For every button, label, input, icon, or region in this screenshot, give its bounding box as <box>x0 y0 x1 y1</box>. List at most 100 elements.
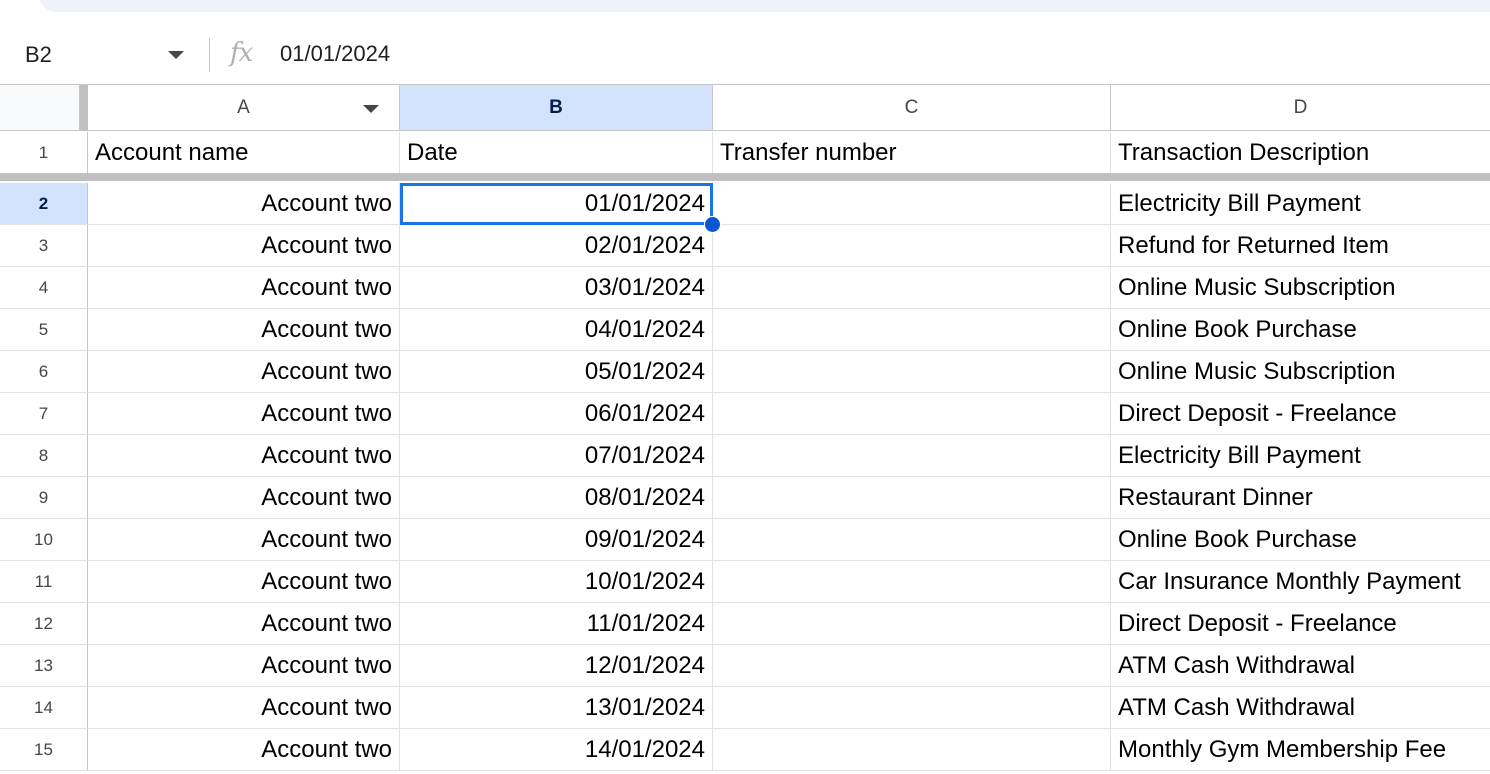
table-row: 8 Account two 07/01/2024 Electricity Bill P… <box>0 435 1490 477</box>
cell-d1[interactable]: Transaction Description <box>1111 132 1490 174</box>
cell-b1[interactable]: Date <box>400 132 713 174</box>
row-header[interactable]: 9 <box>0 477 88 519</box>
cell-a1[interactable]: Account name <box>88 132 400 174</box>
fill-handle[interactable] <box>704 216 721 233</box>
cell-d12[interactable]: Direct Deposit - Freelance <box>1111 603 1490 645</box>
cell-d10[interactable]: Online Book Purchase <box>1111 519 1490 561</box>
column-header-label: C <box>904 96 919 118</box>
table-row: 4 Account two 03/01/2024 Online Music Subsc… <box>0 267 1490 309</box>
column-header-a[interactable]: A <box>88 85 400 131</box>
cell-b8[interactable]: 07/01/2024 <box>400 435 713 477</box>
row-header[interactable]: 2 <box>0 183 88 225</box>
row-header[interactable]: 8 <box>0 435 88 477</box>
cell-a3[interactable]: Account two <box>88 225 400 267</box>
cell-d14[interactable]: ATM Cash Withdrawal <box>1111 687 1490 729</box>
column-menu-icon[interactable] <box>363 105 379 113</box>
row-header[interactable]: 10 <box>0 519 88 561</box>
cell-d5[interactable]: Online Book Purchase <box>1111 309 1490 351</box>
column-header-b[interactable]: B <box>400 85 713 131</box>
name-box[interactable]: B2 <box>0 26 200 84</box>
row-header[interactable]: 11 <box>0 561 88 603</box>
cell-b7[interactable]: 06/01/2024 <box>400 393 713 435</box>
cell-a10[interactable]: Account two <box>88 519 400 561</box>
cell-d6[interactable]: Online Music Subscription <box>1111 351 1490 393</box>
cell-c14[interactable] <box>713 687 1111 729</box>
cell-b11[interactable]: 10/01/2024 <box>400 561 713 603</box>
row-header[interactable]: 5 <box>0 309 88 351</box>
row-header[interactable]: 13 <box>0 645 88 687</box>
formula-input[interactable]: 01/01/2024 <box>280 41 390 67</box>
cell-b13[interactable]: 12/01/2024 <box>400 645 713 687</box>
cell-c11[interactable] <box>713 561 1111 603</box>
cell-b3[interactable]: 02/01/2024 <box>400 225 713 267</box>
cell-a11[interactable]: Account two <box>88 561 400 603</box>
cell-d13[interactable]: ATM Cash Withdrawal <box>1111 645 1490 687</box>
cell-b4[interactable]: 03/01/2024 <box>400 267 713 309</box>
row-freeze-handle[interactable] <box>0 173 1490 181</box>
cell-c10[interactable] <box>713 519 1111 561</box>
cell-a15[interactable]: Account two <box>88 729 400 771</box>
table-row: 1 Account name Date Transfer number Tran… <box>0 132 1490 174</box>
cell-a7[interactable]: Account two <box>88 393 400 435</box>
column-header-d[interactable]: D <box>1111 85 1490 131</box>
row-header[interactable]: 1 <box>0 132 88 174</box>
cell-d4[interactable]: Online Music Subscription <box>1111 267 1490 309</box>
row-header[interactable]: 7 <box>0 393 88 435</box>
cell-b14[interactable]: 13/01/2024 <box>400 687 713 729</box>
cell-b15[interactable]: 14/01/2024 <box>400 729 713 771</box>
cell-c13[interactable] <box>713 645 1111 687</box>
cell-b2[interactable]: 01/01/2024 <box>400 183 713 225</box>
column-header-label: A <box>237 96 250 118</box>
row-header[interactable]: 15 <box>0 729 88 771</box>
cell-c15[interactable] <box>713 729 1111 771</box>
table-row: 6 Account two 05/01/2024 Online Music Subsc… <box>0 351 1490 393</box>
cell-c1[interactable]: Transfer number <box>713 132 1111 174</box>
cell-c6[interactable] <box>713 351 1111 393</box>
cell-a13[interactable]: Account two <box>88 645 400 687</box>
row-header[interactable]: 14 <box>0 687 88 729</box>
cell-b6[interactable]: 05/01/2024 <box>400 351 713 393</box>
toolbar-background <box>40 0 1490 12</box>
sheet-grid[interactable]: A B C D 1 Account name Date Transfer num… <box>0 85 1490 774</box>
cell-d3[interactable]: Refund for Returned Item <box>1111 225 1490 267</box>
cell-c5[interactable] <box>713 309 1111 351</box>
cell-b5[interactable]: 04/01/2024 <box>400 309 713 351</box>
select-all-corner[interactable] <box>0 85 80 131</box>
cell-b10[interactable]: 09/01/2024 <box>400 519 713 561</box>
cell-a5[interactable]: Account two <box>88 309 400 351</box>
cell-d8[interactable]: Electricity Bill Payment <box>1111 435 1490 477</box>
cell-c12[interactable] <box>713 603 1111 645</box>
cell-d7[interactable]: Direct Deposit - Freelance <box>1111 393 1490 435</box>
cell-b9[interactable]: 08/01/2024 <box>400 477 713 519</box>
table-row: 5 Account two 04/01/2024 Online Book Purcha… <box>0 309 1490 351</box>
cell-a12[interactable]: Account two <box>88 603 400 645</box>
table-row: 2 Account two 01/01/2024 Electricity Bill P… <box>0 183 1490 225</box>
cell-b12[interactable]: 11/01/2024 <box>400 603 713 645</box>
cell-a4[interactable]: Account two <box>88 267 400 309</box>
cell-c9[interactable] <box>713 477 1111 519</box>
column-header-c[interactable]: C <box>713 85 1111 131</box>
cell-c8[interactable] <box>713 435 1111 477</box>
cell-c3[interactable] <box>713 225 1111 267</box>
cell-c7[interactable] <box>713 393 1111 435</box>
fx-icon: fx <box>230 38 253 68</box>
cell-c4[interactable] <box>713 267 1111 309</box>
cell-d11[interactable]: Car Insurance Monthly Payment <box>1111 561 1490 603</box>
row-header[interactable]: 12 <box>0 603 88 645</box>
cell-c2[interactable] <box>713 183 1111 225</box>
name-box-dropdown-icon[interactable] <box>168 51 184 59</box>
cell-d15[interactable]: Monthly Gym Membership Fee <box>1111 729 1490 771</box>
column-freeze-handle[interactable] <box>80 85 88 131</box>
cell-d9[interactable]: Restaurant Dinner <box>1111 477 1490 519</box>
formula-bar: B2 fx 01/01/2024 <box>0 26 1490 85</box>
table-row: 3 Account two 02/01/2024 Refund for Returne… <box>0 225 1490 267</box>
cell-a2[interactable]: Account two <box>88 183 400 225</box>
row-header[interactable]: 3 <box>0 225 88 267</box>
cell-a14[interactable]: Account two <box>88 687 400 729</box>
row-header[interactable]: 6 <box>0 351 88 393</box>
row-header[interactable]: 4 <box>0 267 88 309</box>
cell-a9[interactable]: Account two <box>88 477 400 519</box>
cell-d2[interactable]: Electricity Bill Payment <box>1111 183 1490 225</box>
cell-a6[interactable]: Account two <box>88 351 400 393</box>
cell-a8[interactable]: Account two <box>88 435 400 477</box>
